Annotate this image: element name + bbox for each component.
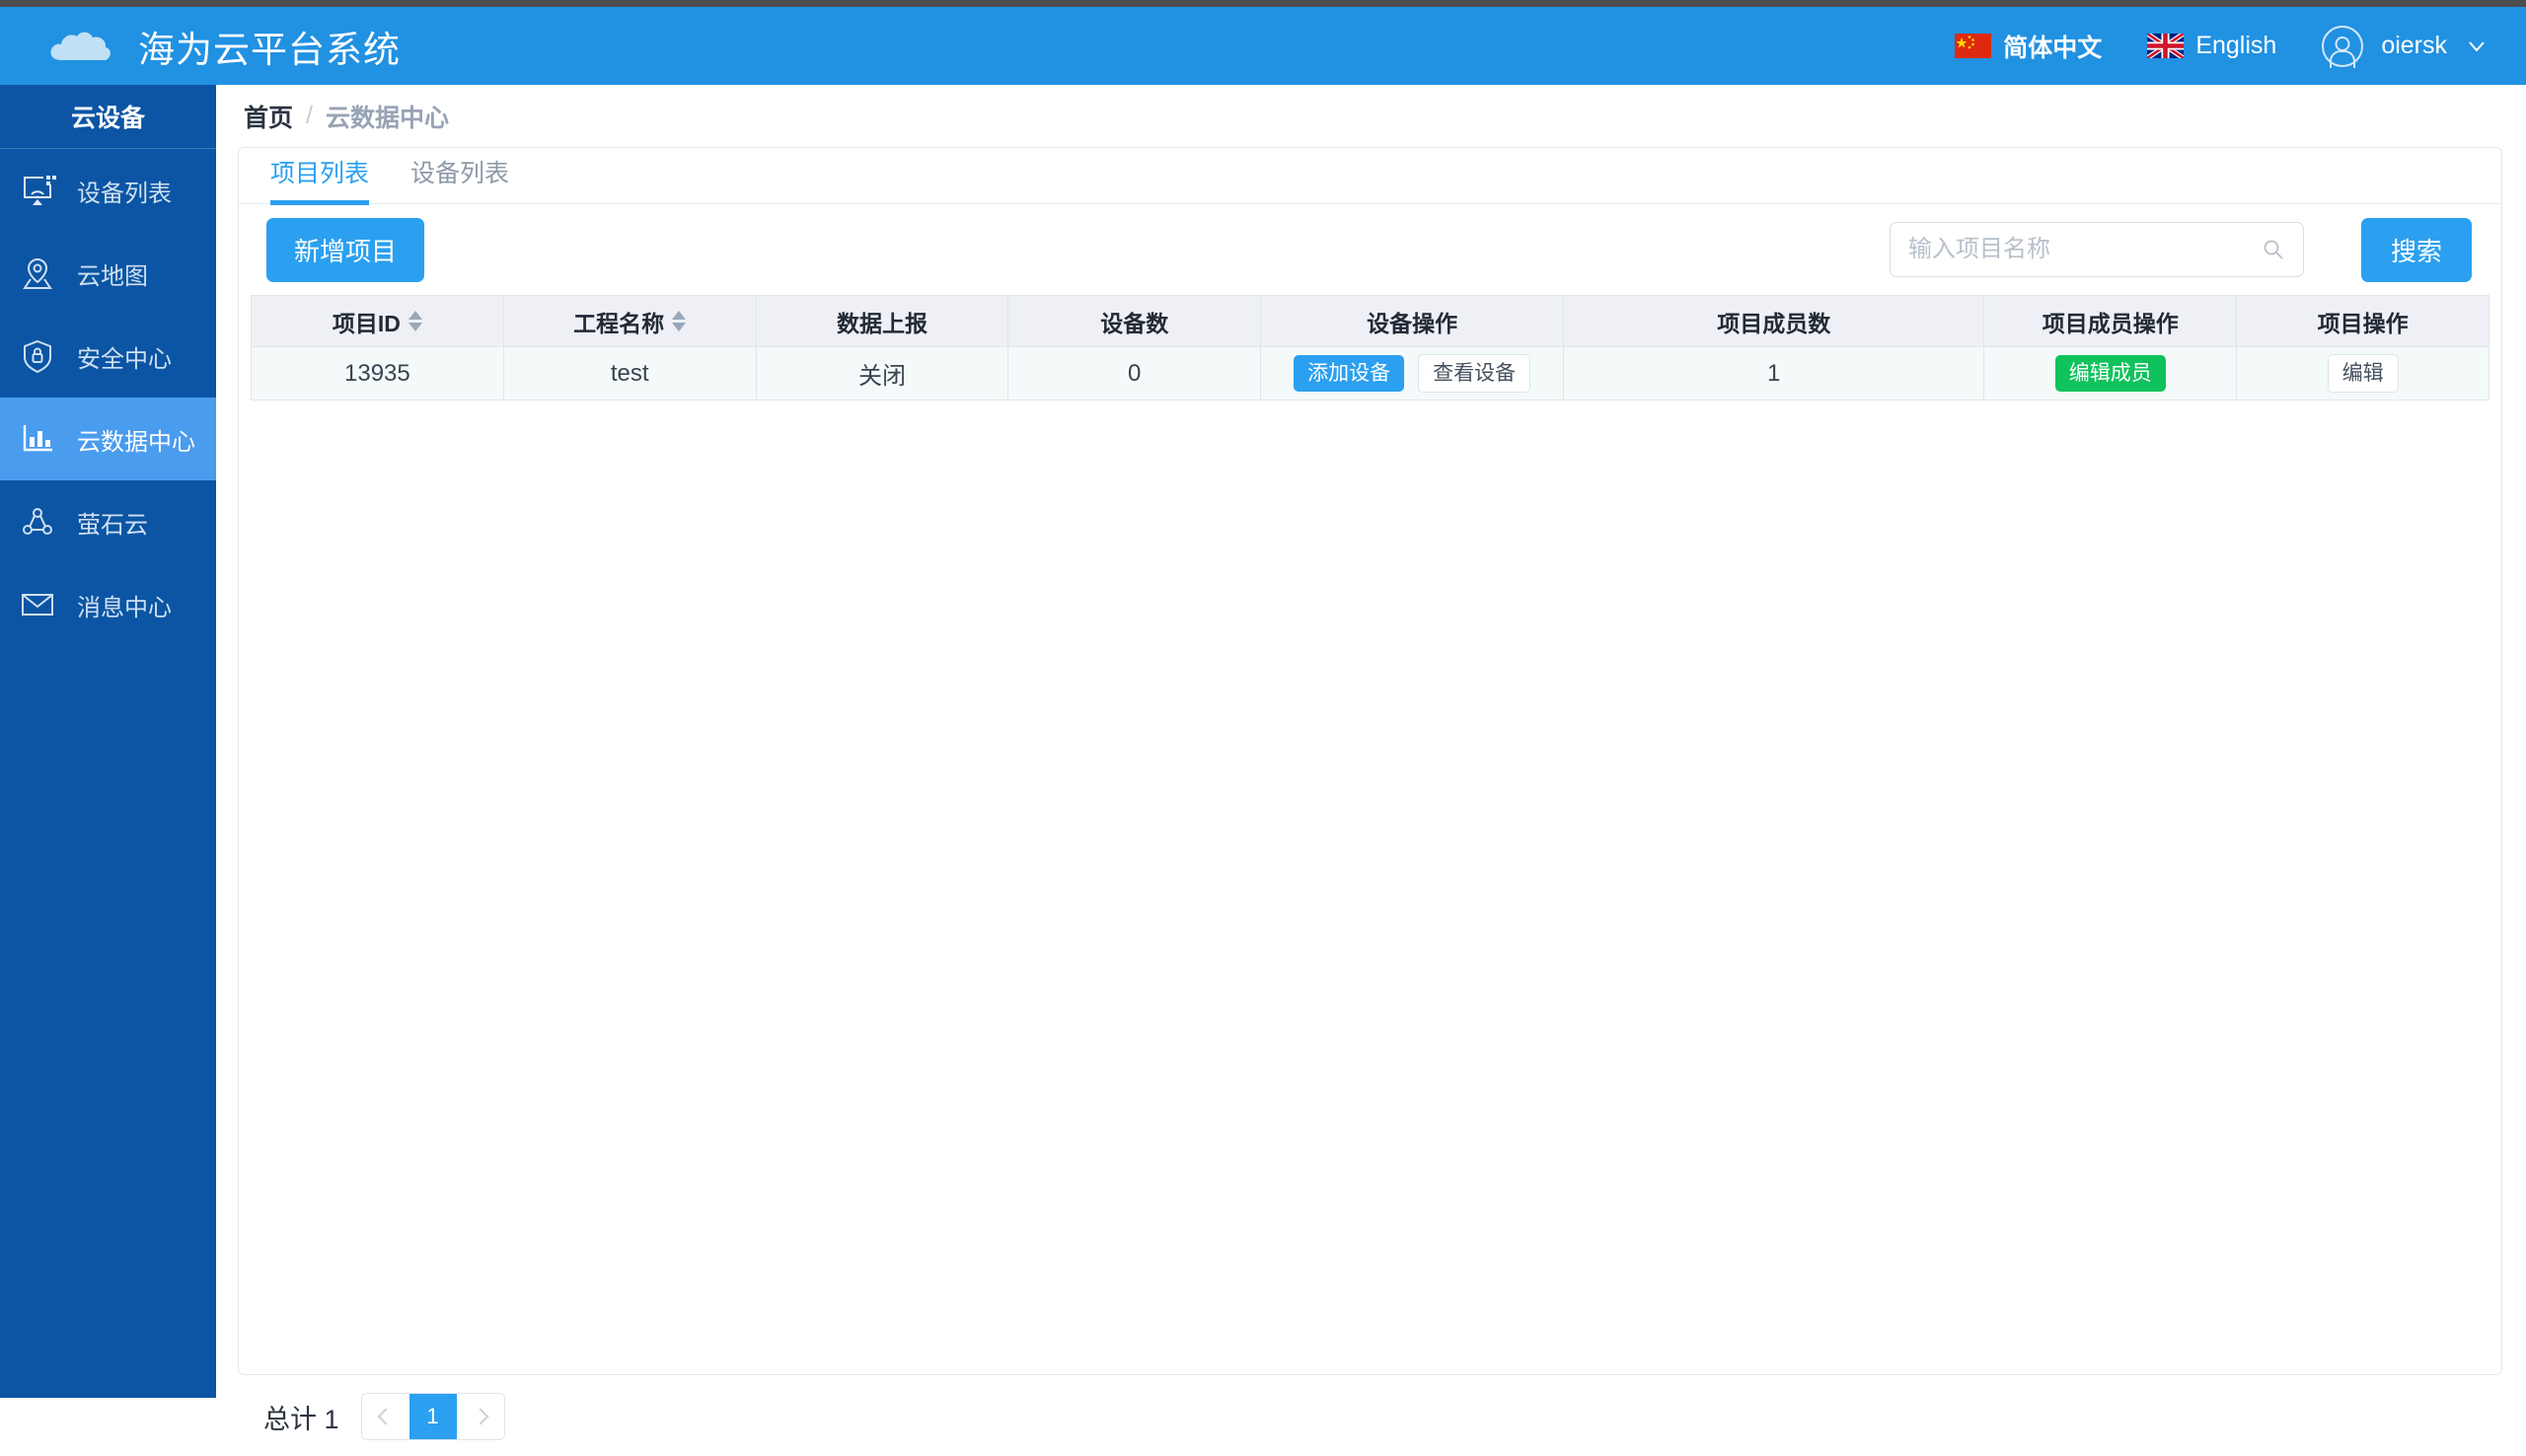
cell-member-actions: 编辑成员: [1983, 346, 2238, 400]
search-input[interactable]: [1907, 236, 2262, 263]
uk-flag-icon: [2145, 31, 2186, 61]
cell-device-actions: 添加设备 查看设备: [1260, 346, 1565, 400]
cell-project-id: 13935: [251, 346, 504, 400]
sort-toggle-icon[interactable]: [672, 311, 687, 331]
app-header: 海为云平台系统 简体中文 English oiersk: [0, 7, 2526, 85]
column-header-device-actions: 设备操作: [1260, 295, 1565, 347]
tab-bar: 项目列表 设备列表: [239, 148, 2501, 205]
sidebar-item-device-list[interactable]: 设备列表: [0, 149, 216, 232]
app-title: 海为云平台系统: [138, 29, 401, 70]
table-header-row: 项目ID 工程名称 数据上报 设备数 设备操作 项目成员数 项目成员操作 项目操…: [251, 295, 2489, 347]
breadcrumb-separator: /: [306, 102, 313, 129]
envelope-icon: [18, 585, 57, 624]
main-content: 首页 / 云数据中心 项目列表 设备列表 新增项目 搜索: [216, 85, 2526, 1440]
sidebar-item-cloud-data-center[interactable]: 云数据中心: [0, 398, 216, 480]
breadcrumb-current: 云数据中心: [325, 104, 449, 132]
project-table: 项目ID 工程名称 数据上报 设备数 设备操作 项目成员数 项目成员操作 项目操…: [251, 295, 2489, 400]
language-label-english: English: [2195, 32, 2277, 59]
bar-chart-icon: [18, 419, 57, 459]
tab-project-list[interactable]: 项目列表: [270, 154, 370, 205]
language-switch-english[interactable]: English: [2145, 31, 2277, 61]
sidebar-item-label: 安全中心: [77, 345, 172, 373]
tab-device-list[interactable]: 设备列表: [410, 154, 509, 203]
sidebar-item-message-center[interactable]: 消息中心: [0, 563, 216, 646]
brand: 海为云平台系统: [47, 20, 401, 73]
language-label-chinese: 简体中文: [2003, 34, 2103, 62]
cell-device-count: 0: [1007, 346, 1262, 400]
breadcrumb: 首页 / 云数据中心: [216, 85, 2526, 147]
new-project-button[interactable]: 新增项目: [266, 217, 425, 282]
pagination-prev-button[interactable]: [361, 1394, 409, 1439]
column-header-project-name[interactable]: 工程名称: [502, 295, 757, 347]
cell-project-name: test: [502, 346, 757, 400]
table-footer: 总计 1 1: [238, 1377, 2502, 1456]
sidebar-item-cloud-map[interactable]: 云地图: [0, 232, 216, 315]
chevron-down-icon: [2467, 36, 2487, 56]
sidebar-item-ezviz-cloud[interactable]: 萤石云: [0, 480, 216, 563]
view-device-button[interactable]: 查看设备: [1418, 354, 1531, 393]
sidebar: 云设备 设备列表 云地图 安全中心 云数据中心 萤石云 消息中心: [0, 85, 216, 1398]
add-device-button[interactable]: 添加设备: [1294, 355, 1405, 392]
sidebar-item-label: 萤石云: [77, 511, 148, 539]
breadcrumb-home[interactable]: 首页: [244, 99, 293, 134]
sort-toggle-icon[interactable]: [408, 311, 422, 331]
column-header-device-count: 设备数: [1007, 295, 1262, 347]
user-menu[interactable]: oiersk: [2322, 25, 2487, 67]
sidebar-item-label: 消息中心: [77, 594, 172, 621]
cell-member-count: 1: [1563, 346, 1985, 400]
column-header-data-report: 数据上报: [755, 295, 1009, 347]
pagination: 1: [360, 1393, 505, 1440]
column-label: 工程名称: [573, 310, 665, 336]
column-header-project-actions: 项目操作: [2236, 295, 2489, 347]
toolbar: 新增项目 搜索: [239, 204, 2501, 295]
screencast-icon: [18, 171, 57, 210]
column-header-member-actions: 项目成员操作: [1983, 295, 2238, 347]
user-circle-icon: [2322, 25, 2364, 67]
pagination-page-1[interactable]: 1: [409, 1394, 457, 1439]
column-header-project-id[interactable]: 项目ID: [251, 295, 504, 347]
chevron-left-icon: [377, 1408, 395, 1425]
cloud-icon: [47, 27, 112, 66]
shield-lock-icon: [18, 336, 57, 376]
map-pin-icon: [18, 254, 57, 293]
china-flag-icon: [1955, 34, 1992, 58]
table-row: 13935 test 关闭 0 添加设备 查看设备 1 编辑成员 编辑: [251, 346, 2489, 400]
sidebar-item-label: 设备列表: [77, 180, 172, 207]
search-area: 搜索: [1889, 217, 2472, 282]
search-button[interactable]: 搜索: [2360, 217, 2472, 282]
sidebar-item-label: 云数据中心: [77, 428, 195, 456]
total-count-label: 总计 1: [263, 1404, 339, 1434]
sidebar-section-title: 云设备: [0, 85, 216, 149]
edit-member-button[interactable]: 编辑成员: [2054, 355, 2166, 392]
nodes-icon: [18, 502, 57, 542]
content-panel: 项目列表 设备列表 新增项目 搜索: [238, 147, 2502, 1375]
chevron-right-icon: [472, 1408, 489, 1425]
window-top-strip: [0, 0, 2526, 7]
column-label: 项目ID: [332, 310, 401, 336]
sidebar-item-label: 云地图: [77, 262, 148, 290]
header-right-area: 简体中文 English oiersk: [1955, 25, 2487, 67]
cell-data-report: 关闭: [755, 346, 1009, 400]
sidebar-item-security-center[interactable]: 安全中心: [0, 315, 216, 398]
column-header-member-count: 项目成员数: [1563, 295, 1985, 347]
cell-project-actions: 编辑: [2236, 346, 2489, 400]
language-switch-chinese[interactable]: 简体中文: [1955, 29, 2102, 64]
pagination-next-button[interactable]: [456, 1394, 504, 1439]
search-icon[interactable]: [2262, 238, 2285, 261]
user-name-label: oiersk: [2381, 32, 2447, 59]
search-field[interactable]: [1889, 222, 2304, 277]
table-area: 项目ID 工程名称 数据上报 设备数 设备操作 项目成员数 项目成员操作 项目操…: [239, 295, 2501, 1247]
edit-project-button[interactable]: 编辑: [2327, 354, 2399, 393]
